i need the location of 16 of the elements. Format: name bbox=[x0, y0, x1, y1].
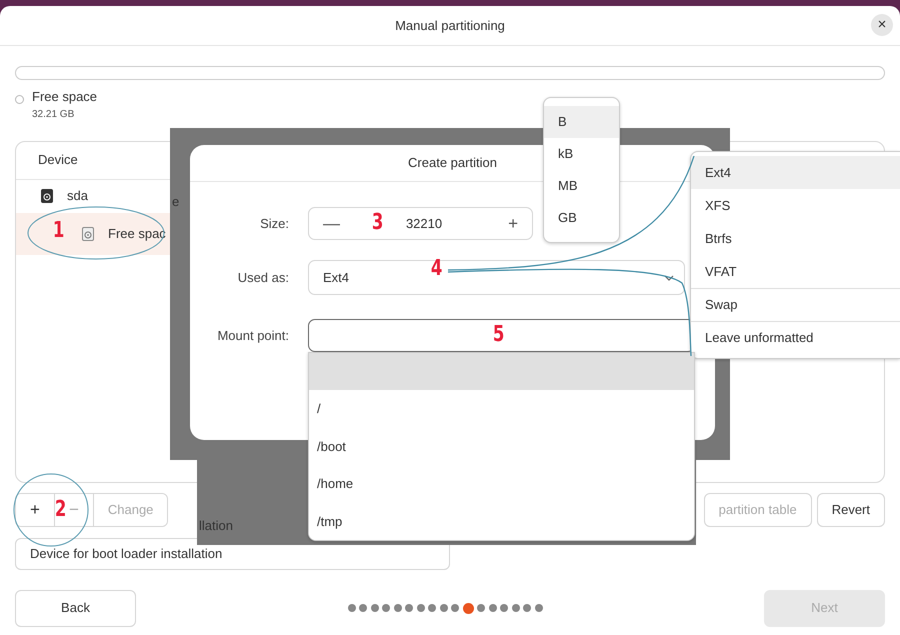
annotation-number: 5 bbox=[492, 324, 504, 346]
window-title: Manual partitioning bbox=[395, 16, 505, 35]
field-label: Size: bbox=[259, 214, 289, 233]
text-fragment: e bbox=[172, 193, 180, 211]
legend-size: 32.21 GB bbox=[32, 108, 76, 122]
annotation-number: 4 bbox=[430, 258, 442, 280]
annotation-number: 3 bbox=[372, 212, 384, 234]
annotation-number: 2 bbox=[54, 499, 66, 521]
annotation-number: 1 bbox=[52, 220, 64, 242]
text-fragment: llation bbox=[199, 517, 233, 535]
field-label: Used as: bbox=[236, 268, 289, 287]
field-label: Mount point: bbox=[216, 326, 289, 345]
legend-label: Free space bbox=[32, 88, 98, 106]
dropdown-value: Ext4 bbox=[323, 268, 350, 287]
column-header: Device bbox=[38, 151, 78, 170]
size-value: 32210 bbox=[406, 214, 442, 233]
